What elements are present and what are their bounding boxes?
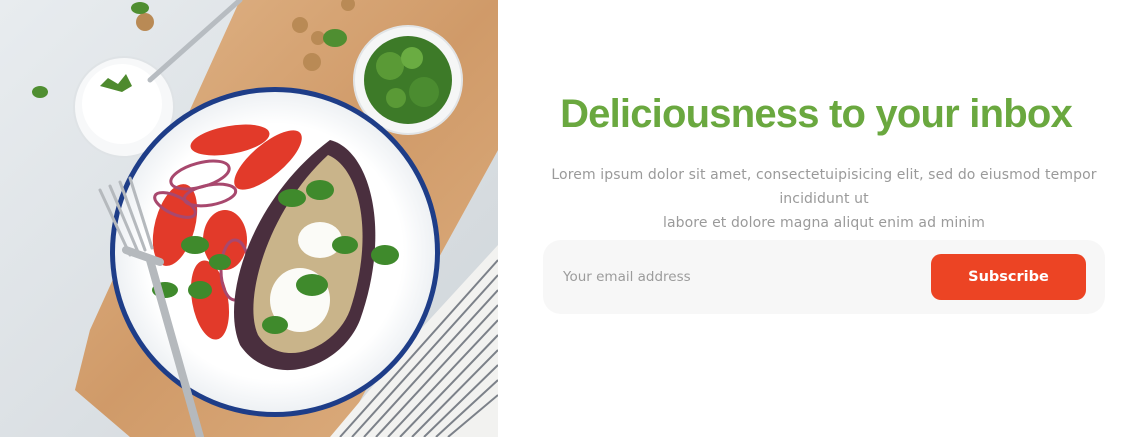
food-photo-illustration — [32, 0, 498, 437]
subscribe-form: Subscribe — [543, 240, 1105, 314]
newsletter-headline: Deliciousness to your inbox — [560, 92, 1073, 136]
food-photo — [0, 0, 498, 437]
newsletter-section: Deliciousness to your inbox Lorem ipsum … — [0, 0, 1134, 437]
newsletter-description: Lorem ipsum dolor sit amet, consectetuip… — [528, 163, 1120, 235]
description-line-2: labore et dolore magna aliqut enim ad mi… — [662, 215, 986, 231]
email-input[interactable] — [543, 240, 923, 314]
description-line-1: Lorem ipsum dolor sit amet, consectetuip… — [551, 167, 1097, 207]
plate — [110, 87, 440, 417]
newsletter-content: Deliciousness to your inbox Lorem ipsum … — [498, 0, 1134, 437]
subscribe-button[interactable]: Subscribe — [931, 254, 1086, 300]
